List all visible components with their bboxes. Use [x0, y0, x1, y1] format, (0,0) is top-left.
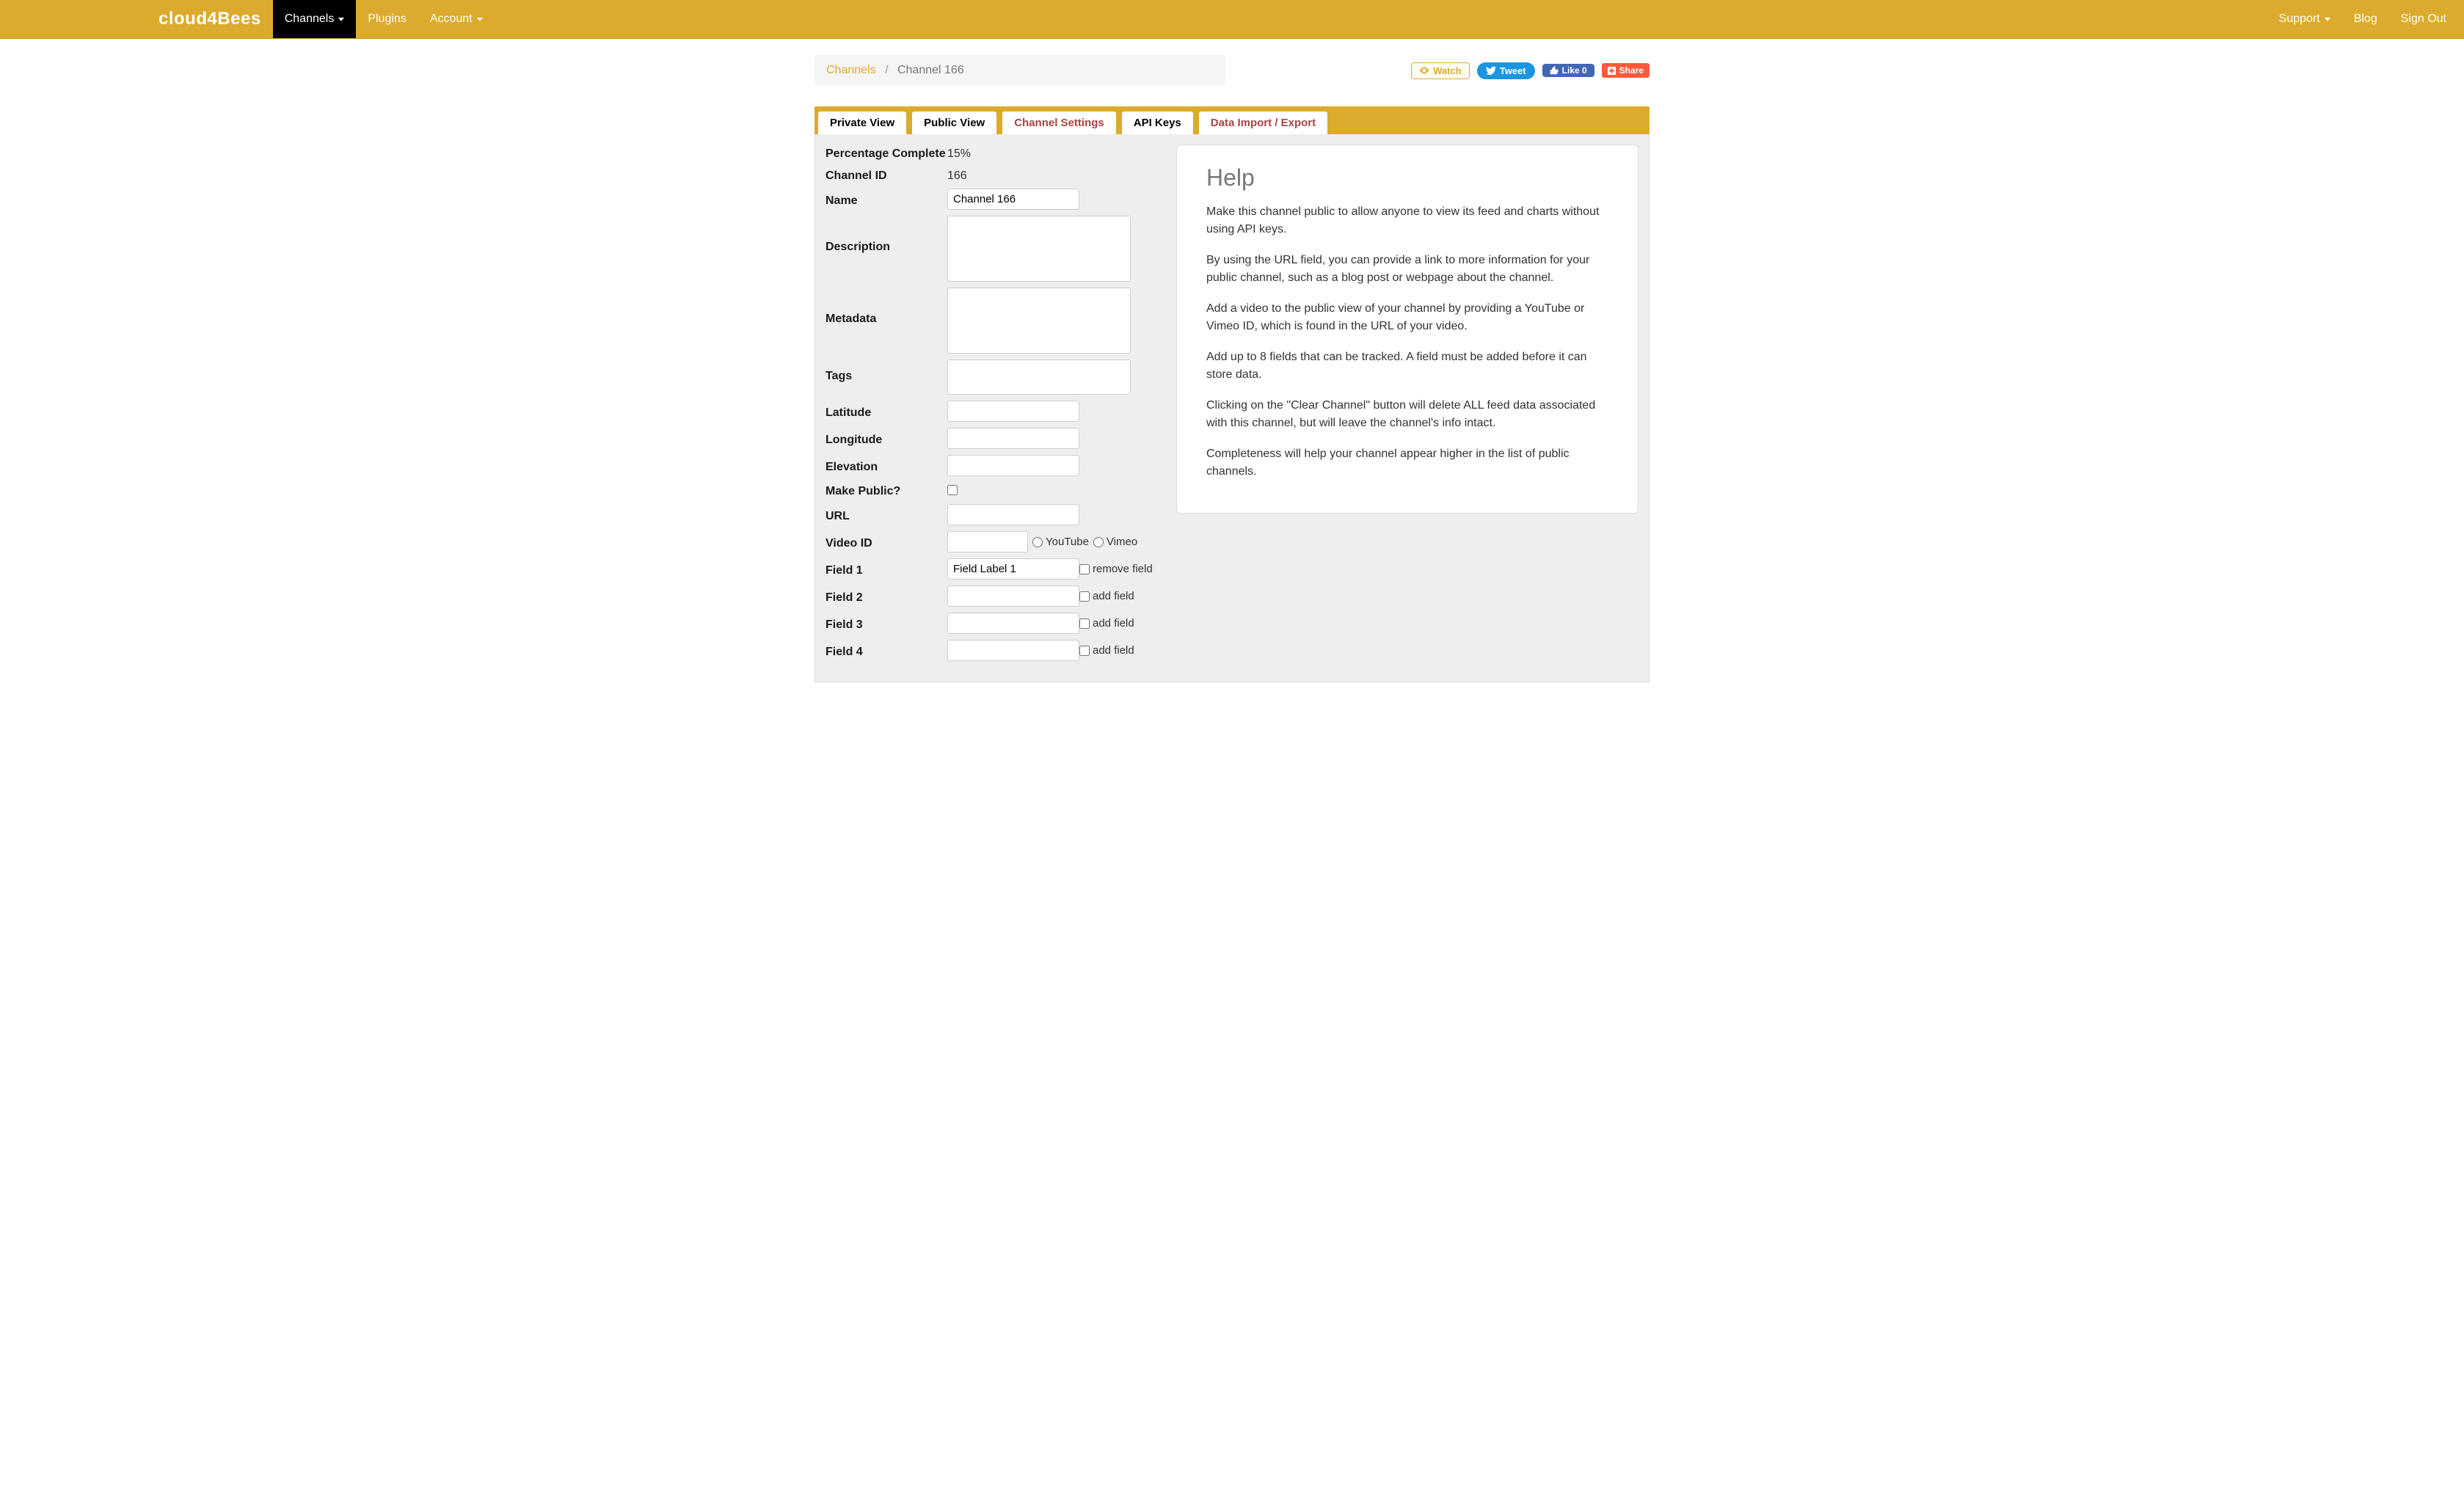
nav-signout[interactable]: Sign Out	[2389, 0, 2458, 38]
label-make-public: Make Public?	[825, 482, 947, 498]
input-field4[interactable]	[947, 640, 1079, 661]
twitter-icon	[1486, 65, 1496, 76]
label-metadata: Metadata	[825, 288, 947, 326]
value-percentage-complete: 15%	[947, 145, 971, 161]
label-elevation: Elevation	[825, 458, 947, 474]
share-button[interactable]: Share	[1602, 63, 1650, 78]
nav-support[interactable]: Support	[2267, 0, 2342, 38]
input-url[interactable]	[947, 504, 1079, 525]
breadcrumb-current: Channel 166	[897, 64, 964, 76]
label-field2-add: add field	[1093, 590, 1134, 602]
nav-support-label: Support	[2279, 12, 2320, 26]
input-tags[interactable]	[947, 360, 1131, 395]
label-latitude: Latitude	[825, 404, 947, 420]
input-longitude[interactable]	[947, 428, 1079, 449]
label-field1: Field 1	[825, 561, 947, 577]
fb-like-button[interactable]: Like 0	[1542, 64, 1594, 77]
label-url: URL	[825, 507, 947, 523]
nav-channels[interactable]: Channels	[273, 0, 357, 38]
top-nav: cloud4Bees Channels Plugins Account Supp…	[0, 0, 2464, 39]
help-p3: Add a video to the public view of your c…	[1206, 300, 1608, 335]
input-elevation[interactable]	[947, 455, 1079, 476]
breadcrumb-separator: /	[879, 64, 894, 76]
label-name: Name	[825, 191, 947, 208]
label-vimeo: Vimeo	[1107, 536, 1137, 548]
nav-account-label: Account	[430, 12, 473, 26]
label-tags: Tags	[825, 360, 947, 383]
checkbox-field4-add[interactable]	[1079, 646, 1090, 656]
help-title: Help	[1206, 164, 1608, 191]
input-metadata[interactable]	[947, 288, 1131, 354]
label-channel-id: Channel ID	[825, 167, 947, 183]
brand-logo[interactable]: cloud4Bees	[158, 0, 273, 38]
help-p5: Clicking on the "Clear Channel" button w…	[1206, 397, 1608, 432]
tabs-bar: Private View Public View Channel Setting…	[814, 106, 1650, 134]
help-p1: Make this channel public to allow anyone…	[1206, 203, 1608, 238]
help-box: Help Make this channel public to allow a…	[1176, 145, 1639, 514]
tab-public-view[interactable]: Public View	[911, 111, 997, 134]
watch-button[interactable]: Watch	[1411, 62, 1470, 79]
input-video-id[interactable]	[947, 531, 1028, 552]
label-video-id: Video ID	[825, 534, 947, 550]
label-field3: Field 3	[825, 616, 947, 632]
eye-icon	[1419, 65, 1429, 76]
label-percentage-complete: Percentage Complete	[825, 145, 947, 161]
tweet-label: Tweet	[1500, 65, 1526, 76]
label-field2: Field 2	[825, 588, 947, 605]
label-longitude: Longitude	[825, 431, 947, 447]
label-field4-add: add field	[1093, 644, 1134, 657]
nav-channels-label: Channels	[285, 12, 335, 26]
tab-api-keys[interactable]: API Keys	[1121, 111, 1194, 134]
watch-label: Watch	[1433, 65, 1462, 76]
caret-down-icon	[2325, 18, 2330, 21]
input-field2[interactable]	[947, 585, 1079, 607]
label-description: Description	[825, 216, 947, 254]
tab-data-import-export[interactable]: Data Import / Export	[1198, 111, 1328, 134]
fb-like-label: Like 0	[1562, 65, 1587, 76]
caret-down-icon	[338, 18, 344, 21]
help-p6: Completeness will help your channel appe…	[1206, 445, 1608, 481]
caret-down-icon	[477, 18, 483, 21]
label-field1-remove: remove field	[1093, 563, 1153, 575]
nav-account[interactable]: Account	[418, 0, 495, 38]
help-p4: Add up to 8 fields that can be tracked. …	[1206, 349, 1608, 384]
tweet-button[interactable]: Tweet	[1477, 62, 1535, 79]
input-field3[interactable]	[947, 613, 1079, 634]
label-youtube: YouTube	[1046, 536, 1089, 548]
input-description[interactable]	[947, 216, 1131, 282]
value-channel-id: 166	[947, 167, 967, 183]
radio-youtube[interactable]	[1032, 537, 1043, 547]
label-field4: Field 4	[825, 643, 947, 659]
plus-icon	[1608, 67, 1616, 75]
tab-private-view[interactable]: Private View	[817, 111, 907, 134]
label-field3-add: add field	[1093, 617, 1134, 630]
breadcrumb: Channels / Channel 166	[814, 55, 1225, 86]
nav-blog[interactable]: Blog	[2342, 0, 2389, 38]
input-latitude[interactable]	[947, 401, 1079, 422]
tab-channel-settings[interactable]: Channel Settings	[1002, 111, 1117, 134]
thumbs-up-icon	[1550, 66, 1559, 75]
checkbox-field1-remove[interactable]	[1079, 564, 1090, 574]
nav-plugins[interactable]: Plugins	[356, 0, 418, 38]
input-name[interactable]	[947, 189, 1079, 210]
checkbox-make-public[interactable]	[947, 485, 958, 495]
help-p2: By using the URL field, you can provide …	[1206, 252, 1608, 287]
settings-panel: Percentage Complete 15% Channel ID 166 N…	[814, 134, 1650, 682]
share-label: Share	[1619, 65, 1644, 76]
radio-vimeo[interactable]	[1093, 537, 1104, 547]
breadcrumb-channels[interactable]: Channels	[826, 64, 876, 76]
checkbox-field2-add[interactable]	[1079, 591, 1090, 602]
input-field1[interactable]	[947, 558, 1079, 580]
checkbox-field3-add[interactable]	[1079, 619, 1090, 629]
